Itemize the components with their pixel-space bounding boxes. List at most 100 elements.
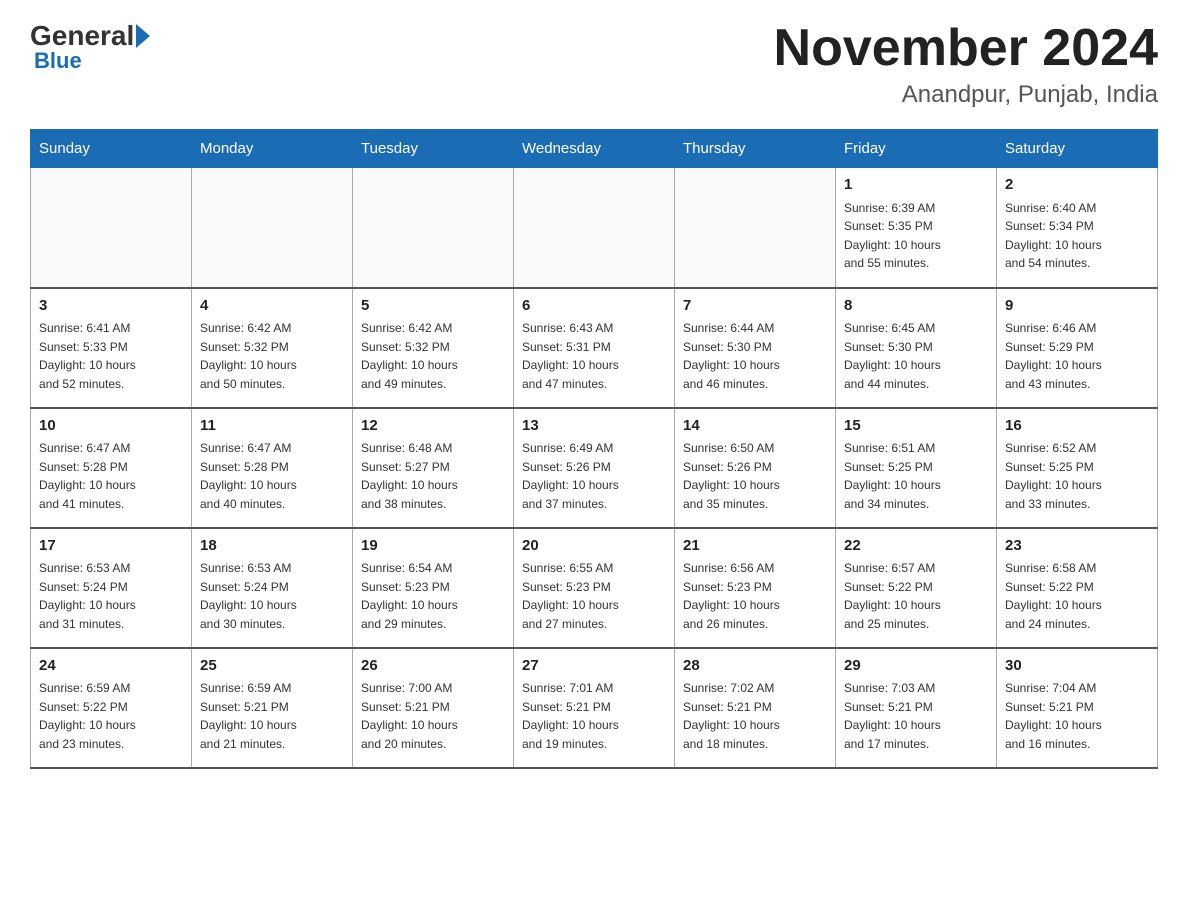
day-number: 10 bbox=[39, 415, 183, 438]
day-info: Sunrise: 6:57 AM Sunset: 5:22 PM Dayligh… bbox=[844, 559, 988, 633]
day-info: Sunrise: 6:59 AM Sunset: 5:21 PM Dayligh… bbox=[200, 679, 344, 753]
day-number: 7 bbox=[683, 295, 827, 318]
calendar-cell: 5Sunrise: 6:42 AM Sunset: 5:32 PM Daylig… bbox=[353, 288, 514, 408]
calendar-cell bbox=[514, 168, 675, 288]
day-number: 28 bbox=[683, 655, 827, 678]
title-area: November 2024 Anandpur, Punjab, India bbox=[774, 20, 1158, 109]
day-number: 3 bbox=[39, 295, 183, 318]
calendar-cell: 13Sunrise: 6:49 AM Sunset: 5:26 PM Dayli… bbox=[514, 408, 675, 528]
month-title: November 2024 bbox=[774, 20, 1158, 77]
day-number: 9 bbox=[1005, 295, 1149, 318]
calendar-header: SundayMondayTuesdayWednesdayThursdayFrid… bbox=[31, 130, 1158, 168]
calendar-cell: 7Sunrise: 6:44 AM Sunset: 5:30 PM Daylig… bbox=[675, 288, 836, 408]
day-info: Sunrise: 7:00 AM Sunset: 5:21 PM Dayligh… bbox=[361, 679, 505, 753]
day-info: Sunrise: 6:59 AM Sunset: 5:22 PM Dayligh… bbox=[39, 679, 183, 753]
day-number: 21 bbox=[683, 535, 827, 558]
day-info: Sunrise: 6:42 AM Sunset: 5:32 PM Dayligh… bbox=[200, 319, 344, 393]
calendar-table: SundayMondayTuesdayWednesdayThursdayFrid… bbox=[30, 129, 1158, 769]
calendar-cell: 25Sunrise: 6:59 AM Sunset: 5:21 PM Dayli… bbox=[192, 648, 353, 768]
calendar-cell: 26Sunrise: 7:00 AM Sunset: 5:21 PM Dayli… bbox=[353, 648, 514, 768]
day-number: 8 bbox=[844, 295, 988, 318]
calendar-cell: 9Sunrise: 6:46 AM Sunset: 5:29 PM Daylig… bbox=[997, 288, 1158, 408]
weekday-saturday: Saturday bbox=[997, 130, 1158, 168]
day-info: Sunrise: 6:50 AM Sunset: 5:26 PM Dayligh… bbox=[683, 439, 827, 513]
calendar-cell: 18Sunrise: 6:53 AM Sunset: 5:24 PM Dayli… bbox=[192, 528, 353, 648]
day-info: Sunrise: 6:52 AM Sunset: 5:25 PM Dayligh… bbox=[1005, 439, 1149, 513]
day-info: Sunrise: 6:55 AM Sunset: 5:23 PM Dayligh… bbox=[522, 559, 666, 633]
calendar-cell: 12Sunrise: 6:48 AM Sunset: 5:27 PM Dayli… bbox=[353, 408, 514, 528]
calendar-cell: 30Sunrise: 7:04 AM Sunset: 5:21 PM Dayli… bbox=[997, 648, 1158, 768]
week-row-5: 24Sunrise: 6:59 AM Sunset: 5:22 PM Dayli… bbox=[31, 648, 1158, 768]
day-info: Sunrise: 6:43 AM Sunset: 5:31 PM Dayligh… bbox=[522, 319, 666, 393]
calendar-cell: 14Sunrise: 6:50 AM Sunset: 5:26 PM Dayli… bbox=[675, 408, 836, 528]
weekday-tuesday: Tuesday bbox=[353, 130, 514, 168]
weekday-sunday: Sunday bbox=[31, 130, 192, 168]
day-number: 25 bbox=[200, 655, 344, 678]
day-info: Sunrise: 6:42 AM Sunset: 5:32 PM Dayligh… bbox=[361, 319, 505, 393]
calendar-cell: 1Sunrise: 6:39 AM Sunset: 5:35 PM Daylig… bbox=[836, 168, 997, 288]
day-info: Sunrise: 6:49 AM Sunset: 5:26 PM Dayligh… bbox=[522, 439, 666, 513]
calendar-cell: 10Sunrise: 6:47 AM Sunset: 5:28 PM Dayli… bbox=[31, 408, 192, 528]
day-number: 18 bbox=[200, 535, 344, 558]
day-info: Sunrise: 6:48 AM Sunset: 5:27 PM Dayligh… bbox=[361, 439, 505, 513]
day-number: 19 bbox=[361, 535, 505, 558]
day-number: 15 bbox=[844, 415, 988, 438]
calendar-cell: 3Sunrise: 6:41 AM Sunset: 5:33 PM Daylig… bbox=[31, 288, 192, 408]
day-info: Sunrise: 6:39 AM Sunset: 5:35 PM Dayligh… bbox=[844, 199, 988, 273]
day-number: 13 bbox=[522, 415, 666, 438]
calendar-cell: 15Sunrise: 6:51 AM Sunset: 5:25 PM Dayli… bbox=[836, 408, 997, 528]
day-info: Sunrise: 7:02 AM Sunset: 5:21 PM Dayligh… bbox=[683, 679, 827, 753]
day-info: Sunrise: 7:03 AM Sunset: 5:21 PM Dayligh… bbox=[844, 679, 988, 753]
logo-triangle-icon bbox=[136, 24, 150, 48]
day-number: 16 bbox=[1005, 415, 1149, 438]
weekday-friday: Friday bbox=[836, 130, 997, 168]
week-row-4: 17Sunrise: 6:53 AM Sunset: 5:24 PM Dayli… bbox=[31, 528, 1158, 648]
day-number: 30 bbox=[1005, 655, 1149, 678]
day-info: Sunrise: 6:54 AM Sunset: 5:23 PM Dayligh… bbox=[361, 559, 505, 633]
day-info: Sunrise: 6:45 AM Sunset: 5:30 PM Dayligh… bbox=[844, 319, 988, 393]
calendar-cell bbox=[353, 168, 514, 288]
day-info: Sunrise: 6:47 AM Sunset: 5:28 PM Dayligh… bbox=[39, 439, 183, 513]
logo: General Blue bbox=[30, 20, 152, 74]
day-info: Sunrise: 7:04 AM Sunset: 5:21 PM Dayligh… bbox=[1005, 679, 1149, 753]
calendar-cell: 22Sunrise: 6:57 AM Sunset: 5:22 PM Dayli… bbox=[836, 528, 997, 648]
calendar-cell: 21Sunrise: 6:56 AM Sunset: 5:23 PM Dayli… bbox=[675, 528, 836, 648]
day-info: Sunrise: 6:51 AM Sunset: 5:25 PM Dayligh… bbox=[844, 439, 988, 513]
week-row-2: 3Sunrise: 6:41 AM Sunset: 5:33 PM Daylig… bbox=[31, 288, 1158, 408]
day-info: Sunrise: 6:58 AM Sunset: 5:22 PM Dayligh… bbox=[1005, 559, 1149, 633]
weekday-monday: Monday bbox=[192, 130, 353, 168]
calendar-cell: 24Sunrise: 6:59 AM Sunset: 5:22 PM Dayli… bbox=[31, 648, 192, 768]
day-number: 29 bbox=[844, 655, 988, 678]
day-number: 22 bbox=[844, 535, 988, 558]
calendar-cell: 11Sunrise: 6:47 AM Sunset: 5:28 PM Dayli… bbox=[192, 408, 353, 528]
calendar-cell bbox=[675, 168, 836, 288]
day-info: Sunrise: 6:56 AM Sunset: 5:23 PM Dayligh… bbox=[683, 559, 827, 633]
calendar-cell: 23Sunrise: 6:58 AM Sunset: 5:22 PM Dayli… bbox=[997, 528, 1158, 648]
calendar-cell: 29Sunrise: 7:03 AM Sunset: 5:21 PM Dayli… bbox=[836, 648, 997, 768]
calendar-cell: 4Sunrise: 6:42 AM Sunset: 5:32 PM Daylig… bbox=[192, 288, 353, 408]
day-info: Sunrise: 6:53 AM Sunset: 5:24 PM Dayligh… bbox=[39, 559, 183, 633]
day-number: 5 bbox=[361, 295, 505, 318]
calendar-cell bbox=[192, 168, 353, 288]
calendar-cell: 28Sunrise: 7:02 AM Sunset: 5:21 PM Dayli… bbox=[675, 648, 836, 768]
calendar-cell: 2Sunrise: 6:40 AM Sunset: 5:34 PM Daylig… bbox=[997, 168, 1158, 288]
day-number: 6 bbox=[522, 295, 666, 318]
week-row-1: 1Sunrise: 6:39 AM Sunset: 5:35 PM Daylig… bbox=[31, 168, 1158, 288]
header: General Blue November 2024 Anandpur, Pun… bbox=[30, 20, 1158, 109]
day-number: 23 bbox=[1005, 535, 1149, 558]
day-info: Sunrise: 6:47 AM Sunset: 5:28 PM Dayligh… bbox=[200, 439, 344, 513]
day-number: 27 bbox=[522, 655, 666, 678]
day-info: Sunrise: 6:41 AM Sunset: 5:33 PM Dayligh… bbox=[39, 319, 183, 393]
day-number: 24 bbox=[39, 655, 183, 678]
day-info: Sunrise: 6:40 AM Sunset: 5:34 PM Dayligh… bbox=[1005, 199, 1149, 273]
calendar-cell bbox=[31, 168, 192, 288]
calendar-cell: 20Sunrise: 6:55 AM Sunset: 5:23 PM Dayli… bbox=[514, 528, 675, 648]
day-number: 2 bbox=[1005, 174, 1149, 197]
day-number: 17 bbox=[39, 535, 183, 558]
logo-blue: Blue bbox=[34, 48, 82, 74]
day-number: 11 bbox=[200, 415, 344, 438]
week-row-3: 10Sunrise: 6:47 AM Sunset: 5:28 PM Dayli… bbox=[31, 408, 1158, 528]
calendar-cell: 8Sunrise: 6:45 AM Sunset: 5:30 PM Daylig… bbox=[836, 288, 997, 408]
day-number: 20 bbox=[522, 535, 666, 558]
location-title: Anandpur, Punjab, India bbox=[774, 81, 1158, 109]
